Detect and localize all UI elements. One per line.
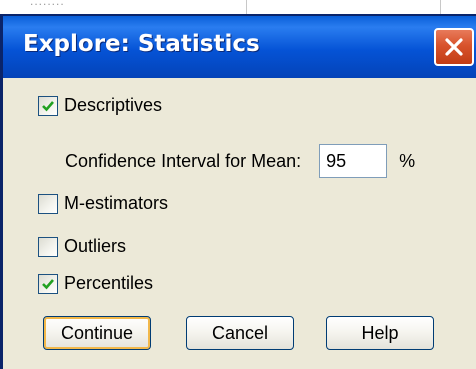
close-button[interactable] [434, 28, 474, 66]
dialog-content: Descriptives Confidence Interval for Mea… [3, 78, 476, 369]
checkmark-icon [42, 278, 54, 289]
background-divider [440, 0, 441, 14]
background-divider [246, 0, 247, 14]
confidence-interval-label: Confidence Interval for Mean: [65, 150, 302, 171]
cancel-button[interactable]: Cancel [186, 316, 294, 350]
confidence-interval-input[interactable] [319, 144, 388, 178]
descriptives-label: Descriptives [64, 95, 163, 115]
outliers-checkbox[interactable] [38, 236, 58, 257]
descriptives-option[interactable]: Descriptives [38, 95, 162, 116]
screen: ........ Explore: Statistics Descriptive… [0, 0, 476, 369]
explore-statistics-dialog: Explore: Statistics Descriptives Confide… [0, 14, 476, 369]
close-x-icon [445, 38, 463, 56]
percentiles-label: Percentiles [64, 273, 154, 293]
percentiles-option[interactable]: Percentiles [38, 273, 153, 294]
title-bar[interactable]: Explore: Statistics [3, 16, 476, 78]
background-window: ........ [0, 0, 476, 14]
descriptives-checkbox[interactable] [38, 95, 58, 116]
help-button[interactable]: Help [326, 316, 434, 350]
m-estimators-option[interactable]: M-estimators [38, 193, 168, 214]
m-estimators-label: M-estimators [64, 193, 169, 213]
confidence-interval-row: Confidence Interval for Mean: % [65, 144, 415, 178]
m-estimators-checkbox[interactable] [38, 193, 58, 214]
outliers-option[interactable]: Outliers [38, 236, 126, 257]
percent-unit-label: % [399, 150, 416, 171]
checkmark-icon [42, 100, 54, 111]
percentiles-checkbox[interactable] [38, 273, 58, 294]
dialog-title: Explore: Statistics [23, 31, 260, 57]
continue-button[interactable]: Continue [43, 316, 151, 350]
outliers-label: Outliers [64, 236, 127, 256]
background-text: ........ [30, 0, 65, 8]
